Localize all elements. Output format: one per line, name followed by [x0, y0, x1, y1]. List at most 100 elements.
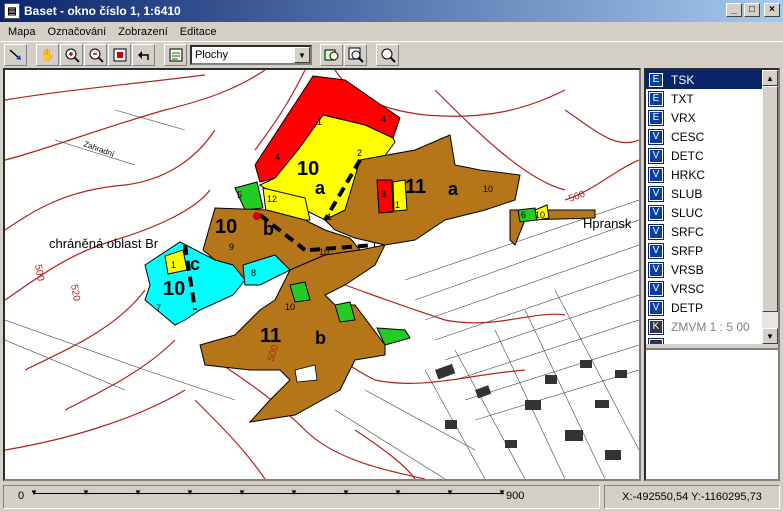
layer-item[interactable]: K ZMVM 1 : 5 00 [646, 317, 762, 336]
svg-text:1: 1 [395, 200, 400, 210]
svg-text:10: 10 [535, 210, 545, 220]
label-10a: 10 [297, 158, 319, 180]
layer-scrollbar[interactable]: ▲ ▼ [762, 70, 778, 344]
layer-name: DETC [671, 148, 704, 163]
layer-name: CESC [671, 129, 705, 144]
scale-tick: ▼ [134, 488, 142, 497]
layer-type-badge [648, 337, 664, 344]
layer-name: VRSB [671, 262, 704, 277]
zoom-out-icon [89, 48, 104, 63]
layer-item[interactable]: V DETC [646, 146, 762, 165]
layer-type-badge: V [648, 261, 664, 278]
layer-select-value: Plochy [195, 49, 229, 61]
window-title: Baset - okno číslo 1, 1:6410 [24, 4, 181, 18]
scale-line [34, 493, 504, 494]
scroll-up-button[interactable]: ▲ [762, 70, 778, 86]
maximize-button[interactable]: □ [744, 3, 760, 17]
layer-name: HRKC [671, 167, 706, 182]
layer-type-badge: E [648, 109, 664, 126]
map-canvas[interactable]: 10 a 11 a 10 b 10 c 11 b 1 2 3 4 4 5 6 7… [3, 68, 641, 481]
layer-item[interactable]: V DETP [646, 298, 762, 317]
layer-name: SLUC [671, 205, 704, 220]
layer-list[interactable]: E TSK E TXT E VRX V CESC V DETC V HRKC V SLUB V SLUC V SR… [646, 70, 762, 344]
layer-item[interactable]: V SLUB [646, 184, 762, 203]
svg-text:2: 2 [357, 148, 362, 158]
layer-item[interactable]: V SLUC [646, 203, 762, 222]
layer-type-badge: V [648, 280, 664, 297]
layer-properties-button[interactable] [164, 44, 187, 66]
print-button[interactable] [320, 44, 343, 66]
svg-text:10: 10 [285, 302, 295, 312]
close-button[interactable]: × [764, 3, 780, 17]
svg-text:560: 560 [567, 189, 587, 205]
scale-tick: ▼ [30, 488, 38, 497]
layer-item[interactable]: V CESC [646, 127, 762, 146]
zoom-all-button[interactable] [376, 44, 399, 66]
layer-select[interactable]: Plochy ▼ [190, 45, 312, 65]
layer-type-badge: E [648, 71, 664, 88]
layer-type-badge: V [648, 242, 664, 259]
menu-bar: Mapa Označování Zobrazení Editace [0, 22, 783, 41]
layer-item[interactable]: E TSK [646, 70, 762, 89]
place-name-label: Hpransk [583, 216, 632, 231]
layer-panel: E TSK E TXT E VRX V CESC V DETC V HRKC V SLUB V SLUC V SR… [644, 68, 780, 481]
menu-editace[interactable]: Editace [174, 26, 223, 38]
buildings [435, 360, 627, 460]
menu-oznacovani[interactable]: Označování [42, 26, 113, 38]
app-icon[interactable]: ▤ [4, 3, 20, 19]
pan-button[interactable]: ✋ [36, 44, 59, 66]
layer-type-badge: V [648, 204, 664, 221]
label-10b-sub: b [263, 219, 274, 239]
scale-bar: 0 ▼ ▼ ▼ ▼ ▼ ▼ ▼ ▼ ▼ ▼ 900 [3, 485, 600, 509]
layer-item[interactable] [646, 336, 762, 344]
draw-line-icon [8, 49, 21, 60]
undo-icon [137, 51, 149, 60]
svg-text:9: 9 [229, 242, 234, 252]
zoom-window-button[interactable] [108, 44, 131, 66]
zoom-out-button[interactable] [84, 44, 107, 66]
layer-name: SRFP [671, 243, 704, 258]
map-svg[interactable]: 10 a 11 a 10 b 10 c 11 b 1 2 3 4 4 5 6 7… [5, 70, 639, 479]
layer-type-badge: V [648, 166, 664, 183]
svg-text:1: 1 [171, 260, 176, 270]
svg-text:8: 8 [251, 268, 256, 278]
scroll-thumb[interactable] [762, 86, 778, 312]
label-11b-sub: b [315, 328, 326, 348]
street-label: Zahradní [82, 139, 116, 159]
layer-item[interactable]: E TXT [646, 89, 762, 108]
point-marker[interactable] [253, 212, 261, 220]
label-10a-sub: a [315, 178, 326, 198]
svg-text:1: 1 [317, 117, 322, 127]
svg-text:1: 1 [327, 212, 332, 222]
scroll-down-button[interactable]: ▼ [762, 328, 778, 344]
svg-text:6: 6 [521, 210, 526, 220]
layer-name: SRFC [671, 224, 704, 239]
scale-tick: ▼ [82, 488, 90, 497]
label-11a-sub: a [448, 179, 459, 199]
back-button[interactable] [132, 44, 155, 66]
scale-tick: ▼ [238, 488, 246, 497]
layer-item[interactable]: V SRFC [646, 222, 762, 241]
layer-item[interactable]: V HRKC [646, 165, 762, 184]
layer-item[interactable]: V VRSC [646, 279, 762, 298]
menu-mapa[interactable]: Mapa [2, 26, 42, 38]
layer-item[interactable]: V SRFP [646, 241, 762, 260]
status-bar: 0 ▼ ▼ ▼ ▼ ▼ ▼ ▼ ▼ ▼ ▼ 900 X:-492550,54 Y:-1160295… [0, 483, 783, 512]
svg-text:12: 12 [267, 194, 277, 204]
map-search-icon [324, 49, 338, 61]
label-10b: 10 [215, 216, 237, 238]
scale-tick: ▼ [342, 488, 350, 497]
menu-zobrazeni[interactable]: Zobrazení [112, 26, 174, 38]
chevron-down-icon[interactable]: ▼ [294, 47, 310, 63]
zoom-in-button[interactable] [60, 44, 83, 66]
label-10c-sub: c [190, 254, 200, 274]
minimize-button[interactable]: _ [726, 3, 742, 17]
layer-name: VRX [671, 110, 696, 125]
scale-end: 900 [506, 490, 525, 502]
layer-item[interactable]: V VRSB [646, 260, 762, 279]
layer-type-badge: V [648, 128, 664, 145]
find-button[interactable] [344, 44, 367, 66]
draw-line-button[interactable] [4, 44, 27, 66]
layer-item[interactable]: E VRX [646, 108, 762, 127]
coordinates-readout: X:-492550,54 Y:-1160295,73 [604, 485, 780, 509]
